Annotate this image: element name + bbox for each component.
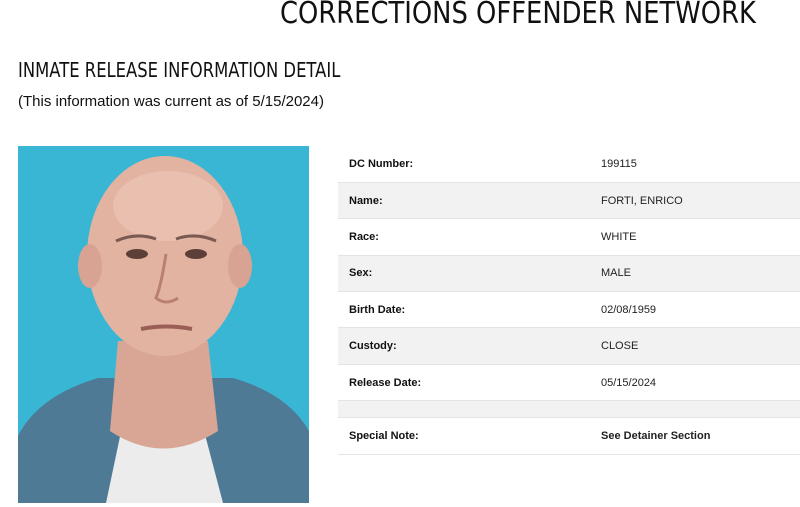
page-title: INMATE RELEASE INFORMATION DETAIL — [18, 58, 341, 82]
table-row: Release Date: 05/15/2024 — [338, 364, 800, 402]
special-note-label: Special Note: — [338, 417, 590, 456]
inmate-photo — [18, 146, 309, 503]
special-note-value: See Detainer Section — [590, 417, 800, 456]
release-date-value: 05/15/2024 — [590, 364, 800, 402]
table-row: Race: WHITE — [338, 218, 800, 256]
table-row: Sex: MALE — [338, 255, 800, 293]
dc-number-label: DC Number: — [338, 146, 590, 183]
birth-date-value: 02/08/1959 — [590, 291, 800, 329]
sex-value: MALE — [590, 255, 800, 293]
table-row: Birth Date: 02/08/1959 — [338, 291, 800, 329]
table-row: Custody: CLOSE — [338, 327, 800, 365]
name-value: FORTI, ENRICO — [590, 182, 800, 220]
birth-date-label: Birth Date: — [338, 291, 590, 329]
custody-label: Custody: — [338, 327, 590, 365]
race-value: WHITE — [590, 218, 800, 256]
race-label: Race: — [338, 218, 590, 256]
table-row: Name: FORTI, ENRICO — [338, 182, 800, 220]
sex-label: Sex: — [338, 255, 590, 293]
table-row: Special Note: See Detainer Section — [338, 417, 800, 456]
dc-number-value: 199115 — [590, 146, 800, 183]
name-label: Name: — [338, 182, 590, 220]
table-row: DC Number: 199115 — [338, 146, 800, 183]
data-current-note: (This information was current as of 5/15… — [18, 93, 324, 110]
release-date-label: Release Date: — [338, 364, 590, 402]
site-title: CORRECTIONS OFFENDER NETWORK — [280, 0, 756, 31]
custody-value: CLOSE — [590, 327, 800, 365]
table-spacer-row — [338, 400, 800, 419]
inmate-details-table: DC Number: 199115 Name: FORTI, ENRICO Ra… — [338, 146, 800, 456]
